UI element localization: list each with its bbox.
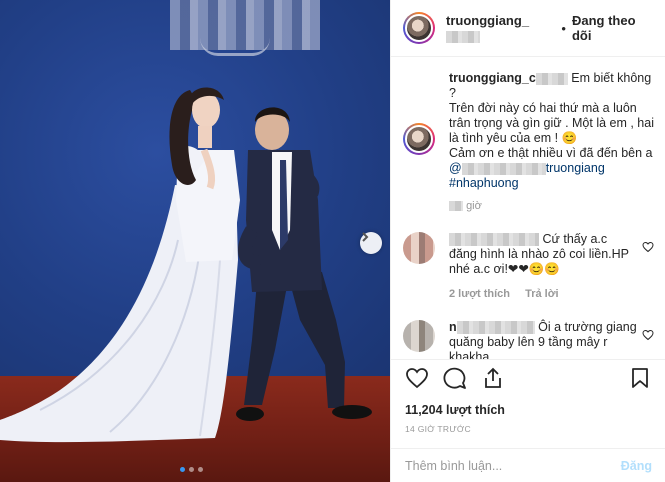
caption-time[interactable]: giờ xyxy=(449,199,654,214)
commenter-username[interactable] xyxy=(449,233,539,247)
post-panel: truonggiang_ • Đang theo dõi truonggiang… xyxy=(390,0,665,482)
comment-item: Cứ thấy a.c đăng hình là nhào zô coi liề… xyxy=(403,232,654,302)
author-avatar[interactable] xyxy=(403,12,435,44)
post-header: truonggiang_ • Đang theo dõi xyxy=(391,0,665,57)
carousel-dot xyxy=(189,467,194,472)
couple-illustration xyxy=(0,87,372,443)
post-caption: truonggiang_c Em biết không ? Trên đời n… xyxy=(403,71,654,214)
comment-icon[interactable] xyxy=(443,366,467,390)
comment-input[interactable] xyxy=(405,458,621,473)
comment-item: n Ôi a trường giang quăng baby lên 9 tần… xyxy=(403,320,654,359)
posted-time[interactable]: 14 GIỜ TRƯỚC xyxy=(405,424,471,434)
carousel-indicator xyxy=(180,467,203,472)
action-bar xyxy=(391,359,665,395)
comment-like-icon[interactable] xyxy=(642,328,654,346)
caption-avatar[interactable] xyxy=(403,123,435,155)
post-photo[interactable] xyxy=(0,0,390,482)
comment-likes[interactable]: 2 lượt thích xyxy=(449,288,510,300)
share-icon[interactable] xyxy=(481,366,505,390)
heart-icon[interactable] xyxy=(405,366,429,390)
comment-like-icon[interactable] xyxy=(642,240,654,258)
add-comment-bar: Đăng xyxy=(391,448,665,482)
commenter-avatar[interactable] xyxy=(403,232,435,264)
carousel-dot xyxy=(180,467,185,472)
bookmark-icon[interactable] xyxy=(628,366,652,390)
likes-count[interactable]: 11,204 lượt thích xyxy=(405,403,505,417)
carousel-dot xyxy=(198,467,203,472)
author-username[interactable]: truonggiang_ xyxy=(446,13,555,43)
post-comment-button[interactable]: Đăng xyxy=(621,459,652,473)
caption-author[interactable]: truonggiang_c xyxy=(449,71,568,85)
separator-dot: • xyxy=(561,20,566,36)
caption-line-3: Cảm ơn e thật nhiều vì đã đến bên a xyxy=(449,146,653,160)
commenter-avatar[interactable] xyxy=(403,320,435,352)
next-slide-button[interactable] xyxy=(360,232,382,254)
reply-button[interactable]: Trả lời xyxy=(525,288,559,300)
caption-hashtag[interactable]: #nhaphuong xyxy=(449,176,519,190)
caption-mention[interactable]: @ truongiang xyxy=(449,161,605,175)
following-button[interactable]: Đang theo dõi xyxy=(572,13,653,43)
caption-line-2: Trên đời này có hai thứ mà a luôn trân t… xyxy=(449,101,654,145)
comments-list: truonggiang_c Em biết không ? Trên đời n… xyxy=(391,57,665,359)
commenter-username[interactable]: n xyxy=(449,320,535,335)
